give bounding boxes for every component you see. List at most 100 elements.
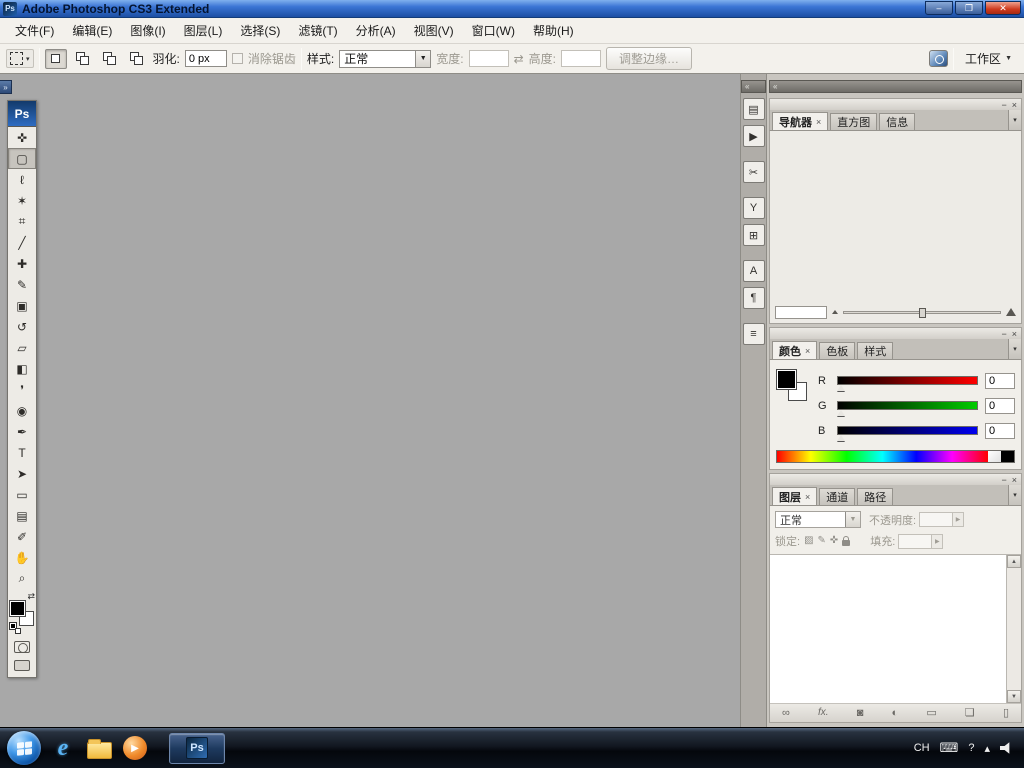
blend-mode-select[interactable]: 正常 ▼: [775, 511, 861, 528]
lock-transparency-icon[interactable]: ▨: [804, 535, 813, 547]
tool-eyedropper[interactable]: ✐: [8, 526, 36, 547]
panel-dock-header[interactable]: «: [769, 80, 1022, 93]
zoom-out-icon[interactable]: [832, 310, 838, 314]
tab-layers[interactable]: 图层 ×: [772, 487, 818, 505]
lock-pixels-icon[interactable]: ✎: [818, 535, 826, 547]
volume-icon[interactable]: [1000, 742, 1010, 754]
lock-all-icon[interactable]: [842, 535, 851, 546]
ime-help-icon[interactable]: ?: [968, 742, 974, 754]
quicklaunch-ie[interactable]: e: [49, 733, 77, 763]
selection-mode-intersect[interactable]: [126, 49, 148, 69]
quicklaunch-explorer[interactable]: [85, 733, 113, 763]
menu-edit[interactable]: 编辑(E): [63, 18, 121, 43]
style-select[interactable]: 正常 ▼: [339, 49, 432, 68]
tab-paths[interactable]: 路径: [857, 488, 894, 505]
layers-list[interactable]: ▲ ▼: [770, 555, 1021, 703]
zoom-slider[interactable]: [843, 307, 1001, 318]
menu-file[interactable]: 文件(F): [6, 18, 63, 43]
layers-scrollbar[interactable]: ▲ ▼: [1006, 555, 1021, 703]
feather-input[interactable]: [184, 50, 227, 67]
antialias-checkbox[interactable]: [231, 53, 243, 64]
tab-close-icon[interactable]: ×: [805, 492, 810, 502]
panel-minimize-icon[interactable]: −: [1001, 475, 1006, 485]
swap-colors-icon[interactable]: ⇄: [27, 591, 35, 602]
tab-swatches[interactable]: 色板: [819, 342, 856, 359]
tool-hand[interactable]: ✋: [8, 547, 36, 568]
canvas-area[interactable]: [44, 74, 740, 727]
zoom-percent-input[interactable]: [775, 305, 827, 319]
foreground-color[interactable]: [9, 600, 26, 617]
tool-gradient[interactable]: ◧: [8, 358, 36, 379]
tool-blur[interactable]: ❜: [8, 379, 36, 400]
tool-zoom[interactable]: ⌕: [8, 568, 36, 589]
tool-crop[interactable]: ⌗: [8, 211, 36, 232]
panel-button-history[interactable]: ▤: [742, 98, 765, 120]
toolbox-collapse-tab[interactable]: »: [0, 80, 12, 94]
menu-image[interactable]: 图像(I): [121, 18, 174, 43]
maximize-button[interactable]: ❐: [955, 1, 983, 15]
input-language-indicator[interactable]: CH: [914, 742, 930, 754]
scroll-down-icon[interactable]: ▼: [1007, 690, 1021, 703]
tool-preset-picker[interactable]: ▾: [6, 49, 34, 68]
tool-pen[interactable]: ✒: [8, 421, 36, 442]
menu-help[interactable]: 帮助(H): [524, 18, 583, 43]
tab-styles[interactable]: 样式: [857, 342, 894, 359]
spectrum-black[interactable]: [1001, 451, 1014, 462]
link-layers-icon[interactable]: ∞: [782, 704, 790, 722]
start-button[interactable]: [7, 731, 41, 765]
tool-shape[interactable]: ▭: [8, 484, 36, 505]
red-slider[interactable]: [837, 376, 978, 391]
bridge-icon[interactable]: [929, 50, 949, 67]
chevron-down-icon[interactable]: ▼: [845, 512, 860, 527]
tool-quick-selection[interactable]: ✶: [8, 190, 36, 211]
chevron-down-icon[interactable]: ▼: [415, 50, 431, 67]
hidden-icons-arrow[interactable]: ▴: [984, 742, 990, 755]
blue-slider-thumb[interactable]: [837, 435, 845, 441]
panel-menu-icon[interactable]: ▾: [1008, 110, 1021, 130]
zoom-slider-thumb[interactable]: [918, 307, 926, 318]
selection-mode-subtract[interactable]: [99, 49, 121, 69]
tool-lasso[interactable]: ℓ: [8, 169, 36, 190]
tab-channels[interactable]: 通道: [819, 488, 856, 505]
screen-mode-button[interactable]: [14, 660, 30, 671]
panel-button-paragraph[interactable]: ¶: [742, 287, 765, 309]
new-layer-icon[interactable]: ❏: [965, 704, 975, 722]
green-value-input[interactable]: [985, 397, 1015, 414]
tool-type[interactable]: T: [8, 442, 36, 463]
spectrum-gradient[interactable]: [777, 451, 988, 462]
lock-position-icon[interactable]: ✜: [830, 535, 838, 547]
menu-layer[interactable]: 图层(L): [175, 18, 232, 43]
panel-menu-icon[interactable]: ▾: [1008, 339, 1021, 359]
menu-view[interactable]: 视图(V): [405, 18, 463, 43]
menu-filter[interactable]: 滤镜(T): [289, 18, 346, 43]
tool-healing-brush[interactable]: ✚: [8, 253, 36, 274]
tab-close-icon[interactable]: ×: [816, 117, 821, 127]
tool-rectangular-marquee[interactable]: ▢: [8, 148, 36, 169]
panel-close-icon[interactable]: ×: [1012, 475, 1017, 485]
layer-group-icon[interactable]: ▭: [926, 704, 936, 722]
panel-button-character[interactable]: A: [742, 260, 765, 282]
expand-dock-icon[interactable]: «: [745, 82, 749, 91]
scroll-up-icon[interactable]: ▲: [1007, 555, 1021, 568]
panel-button-layer-comps[interactable]: ≡: [742, 323, 765, 345]
menu-analysis[interactable]: 分析(A): [347, 18, 405, 43]
panel-close-icon[interactable]: ×: [1012, 329, 1017, 339]
green-slider[interactable]: [837, 401, 978, 416]
tool-history-brush[interactable]: ↺: [8, 316, 36, 337]
layer-style-icon[interactable]: fx.: [818, 704, 829, 722]
blue-slider[interactable]: [837, 426, 978, 441]
red-slider-thumb[interactable]: [837, 385, 845, 391]
tool-dodge[interactable]: ◉: [8, 400, 36, 421]
green-slider-thumb[interactable]: [837, 410, 845, 416]
panel-button-brushes[interactable]: Y: [742, 197, 765, 219]
menu-window[interactable]: 窗口(W): [463, 18, 524, 43]
tab-navigator[interactable]: 导航器 ×: [772, 112, 829, 130]
adjustment-layer-icon[interactable]: ◐: [892, 704, 899, 722]
close-button[interactable]: ✕: [985, 1, 1021, 15]
menu-select[interactable]: 选择(S): [231, 18, 289, 43]
minimize-button[interactable]: –: [925, 1, 953, 15]
panel-button-clone-source[interactable]: ⊞: [742, 224, 765, 246]
tab-histogram[interactable]: 直方图: [830, 113, 878, 130]
selection-mode-new[interactable]: [44, 48, 67, 69]
color-spectrum-ramp[interactable]: [776, 450, 1015, 463]
